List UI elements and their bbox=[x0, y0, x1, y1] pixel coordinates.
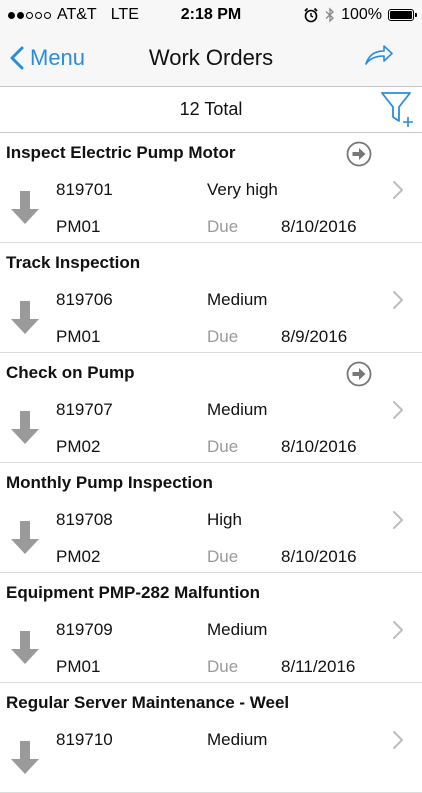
work-order-title: Inspect Electric Pump Motor bbox=[6, 143, 236, 162]
battery-icon bbox=[388, 9, 417, 21]
work-order-priority: Medium bbox=[207, 730, 268, 749]
down-arrow-icon bbox=[11, 301, 39, 334]
share-button[interactable] bbox=[364, 44, 422, 73]
status-left: AT&T LTE bbox=[8, 6, 139, 24]
work-order-priority: Medium bbox=[207, 290, 268, 309]
circle-arrow-right-icon[interactable] bbox=[346, 361, 372, 387]
work-order-row[interactable]: Equipment PMP-282 Malfuntion 819709 Medi… bbox=[0, 573, 422, 683]
chevron-left-icon bbox=[10, 46, 24, 70]
work-order-row[interactable]: Check on Pump 819707 Medium PM02 Due 8/1… bbox=[0, 353, 422, 463]
signal-dot bbox=[8, 11, 15, 19]
work-order-priority: High bbox=[207, 510, 242, 529]
chevron-right-icon bbox=[393, 401, 403, 419]
down-arrow-icon bbox=[11, 411, 39, 444]
navigation-bar: Menu Work Orders bbox=[0, 30, 422, 87]
bluetooth-icon bbox=[325, 7, 335, 23]
work-order-row[interactable]: Monthly Pump Inspection 819708 High PM02… bbox=[0, 463, 422, 573]
due-label: Due bbox=[207, 437, 239, 456]
filter-add-icon bbox=[381, 92, 413, 127]
status-bar: AT&T LTE 2:18 PM 100% bbox=[0, 0, 422, 30]
work-order-title: Regular Server Maintenance - Weel bbox=[6, 693, 290, 712]
signal-dot bbox=[26, 11, 33, 19]
signal-dot bbox=[17, 11, 24, 19]
circle-arrow-right-icon[interactable] bbox=[346, 141, 372, 167]
chevron-right-icon bbox=[393, 621, 403, 639]
work-order-number: 819706 bbox=[56, 290, 113, 309]
work-order-priority: Very high bbox=[207, 180, 278, 199]
due-date: 8/11/2016 bbox=[281, 657, 356, 676]
work-order-row[interactable]: Inspect Electric Pump Motor 819701 Very … bbox=[0, 133, 422, 243]
chevron-right-icon bbox=[393, 731, 403, 749]
work-order-list: Inspect Electric Pump Motor 819701 Very … bbox=[0, 133, 422, 793]
work-order-priority: Medium bbox=[207, 620, 268, 639]
work-order-title: Monthly Pump Inspection bbox=[6, 473, 213, 492]
due-label: Due bbox=[207, 547, 239, 566]
work-order-title: Equipment PMP-282 Malfuntion bbox=[6, 583, 261, 602]
signal-dot bbox=[35, 11, 42, 19]
work-order-title: Check on Pump bbox=[6, 363, 135, 382]
down-arrow-icon bbox=[11, 191, 39, 224]
work-order-type: PM02 bbox=[56, 437, 101, 456]
work-order-number: 819707 bbox=[56, 400, 113, 419]
chevron-right-icon bbox=[393, 181, 403, 199]
work-order-type: PM02 bbox=[56, 547, 101, 566]
work-order-number: 819701 bbox=[56, 180, 113, 199]
work-order-type: PM01 bbox=[56, 327, 101, 346]
signal-strength-icon bbox=[8, 11, 51, 19]
battery-fill bbox=[390, 11, 412, 19]
down-arrow-icon bbox=[11, 521, 39, 554]
due-date: 8/10/2016 bbox=[281, 547, 357, 566]
chevron-right-icon bbox=[393, 291, 403, 309]
total-count: 12 Total bbox=[179, 99, 243, 119]
battery-percent: 100% bbox=[341, 6, 382, 23]
due-date: 8/10/2016 bbox=[281, 437, 357, 456]
carrier-label: AT&T bbox=[57, 6, 97, 23]
due-label: Due bbox=[207, 217, 239, 236]
work-order-row[interactable]: Regular Server Maintenance - Weel 819710… bbox=[0, 683, 422, 793]
chevron-right-icon bbox=[393, 511, 403, 529]
work-order-type: PM01 bbox=[56, 657, 101, 676]
work-order-number: 819708 bbox=[56, 510, 113, 529]
network-label: LTE bbox=[110, 6, 139, 23]
down-arrow-icon bbox=[11, 741, 39, 774]
down-arrow-icon bbox=[11, 631, 39, 664]
due-label: Due bbox=[207, 327, 239, 346]
alarm-icon bbox=[304, 7, 318, 23]
summary-bar: 12 Total bbox=[0, 87, 422, 133]
work-order-type: PM01 bbox=[56, 217, 101, 236]
work-order-number: 819710 bbox=[56, 730, 113, 749]
work-order-title: Track Inspection bbox=[6, 253, 141, 272]
status-right: 100% bbox=[303, 6, 417, 24]
due-date: 8/9/2016 bbox=[281, 327, 348, 346]
back-label: Menu bbox=[30, 45, 86, 70]
work-order-number: 819709 bbox=[56, 620, 113, 639]
work-order-priority: Medium bbox=[207, 400, 268, 419]
due-label: Due bbox=[207, 657, 239, 676]
signal-dot bbox=[44, 11, 51, 19]
share-arrow-icon bbox=[365, 44, 393, 65]
due-date: 8/10/2016 bbox=[281, 217, 357, 236]
work-order-row[interactable]: Track Inspection 819706 Medium PM01 Due … bbox=[0, 243, 422, 353]
filter-button[interactable] bbox=[380, 89, 416, 134]
menu-back-button[interactable]: Menu bbox=[0, 45, 85, 71]
